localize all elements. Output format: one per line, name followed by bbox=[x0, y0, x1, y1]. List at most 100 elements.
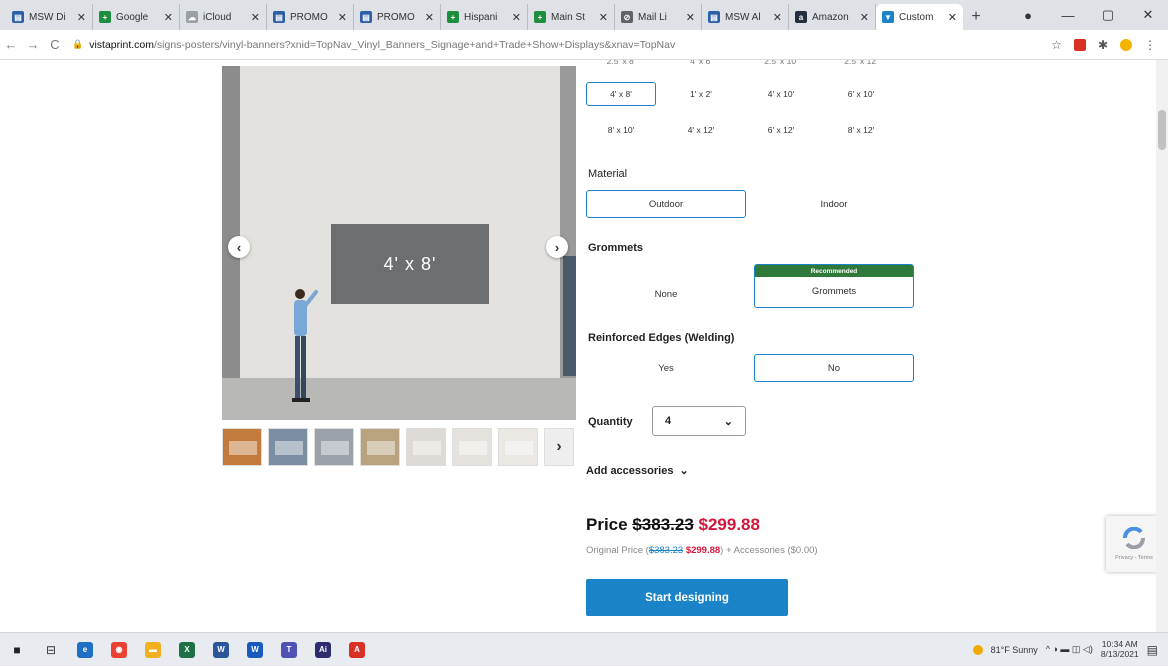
size-option[interactable]: 2.5' x 8' bbox=[586, 60, 656, 70]
taskbar-app-button[interactable]: A bbox=[340, 633, 374, 667]
size-option[interactable]: 4' x 8' bbox=[586, 82, 656, 106]
taskbar-app-button[interactable]: T bbox=[272, 633, 306, 667]
material-outdoor-option[interactable]: Outdoor bbox=[586, 190, 746, 218]
close-tab-icon[interactable]: ✕ bbox=[948, 11, 957, 24]
weather-text[interactable]: 81°F Sunny bbox=[991, 645, 1038, 655]
close-tab-icon[interactable]: ✕ bbox=[77, 11, 86, 24]
taskbar-app-icon: e bbox=[77, 641, 93, 658]
task-view-icon: ⊟ bbox=[45, 642, 57, 657]
size-option[interactable]: 2.5' x 10' bbox=[746, 60, 816, 70]
welding-label: Reinforced Edges (Welding) bbox=[588, 332, 735, 344]
orig-suffix: ) + Accessories ($0.00) bbox=[720, 545, 818, 556]
size-option[interactable]: 1' x 2' bbox=[666, 82, 736, 106]
browser-tab[interactable]: ▤ PROMO ✕ bbox=[267, 4, 354, 30]
quantity-select[interactable]: 4 ⌄ bbox=[652, 406, 746, 436]
tray-icons[interactable]: ^ ◑ ▬ ◫ ◁) bbox=[1046, 644, 1093, 655]
add-accessories-toggle[interactable]: Add accessories ⌄ bbox=[586, 464, 689, 478]
close-tab-icon[interactable]: ✕ bbox=[251, 11, 260, 24]
grommets-grommets-option[interactable]: Recommended Grommets bbox=[754, 264, 914, 308]
welding-yes-option[interactable]: Yes bbox=[586, 354, 746, 382]
chevron-down-icon: ⌄ bbox=[723, 415, 733, 428]
minimize-button[interactable]: — bbox=[1048, 8, 1088, 23]
start-designing-button[interactable]: Start designing bbox=[586, 579, 788, 616]
grommets-none-option[interactable]: None bbox=[586, 280, 746, 308]
close-tab-icon[interactable]: ✕ bbox=[425, 11, 434, 24]
scrollbar-thumb[interactable] bbox=[1158, 110, 1166, 150]
task-view-button[interactable]: ⊟ bbox=[34, 633, 68, 667]
browser-menu-icon[interactable]: ⋮ bbox=[1144, 38, 1156, 52]
welding-no-option[interactable]: No bbox=[754, 354, 914, 382]
notifications-icon[interactable]: ▤ bbox=[1147, 643, 1158, 657]
forward-button[interactable]: → bbox=[22, 37, 44, 52]
close-tab-icon[interactable]: ✕ bbox=[338, 11, 347, 24]
taskbar-app-button[interactable]: W bbox=[204, 633, 238, 667]
close-window-button[interactable]: ✕ bbox=[1128, 7, 1168, 23]
size-option[interactable]: 8' x 12' bbox=[826, 118, 896, 142]
profile-avatar-icon[interactable] bbox=[1120, 38, 1132, 51]
new-tab-button[interactable]: + bbox=[963, 4, 989, 30]
gallery-thumbnail[interactable] bbox=[498, 428, 538, 466]
maximize-button[interactable]: ▢ bbox=[1088, 7, 1128, 23]
gallery-thumbnail[interactable] bbox=[268, 428, 308, 466]
close-tab-icon[interactable]: ✕ bbox=[164, 11, 173, 24]
bookmark-star-icon[interactable]: ☆ bbox=[1051, 38, 1062, 52]
banner-size-text: 4' x 8' bbox=[383, 253, 437, 274]
close-tab-icon[interactable]: ✕ bbox=[599, 11, 608, 24]
size-option[interactable]: 6' x 12' bbox=[746, 118, 816, 142]
size-option[interactable]: 4' x 6' bbox=[666, 60, 736, 70]
browser-tab[interactable]: ▼ Custom ✕ bbox=[876, 4, 963, 30]
tab-favicon-icon: ⊘ bbox=[621, 11, 633, 23]
tab-favicon-icon: ▤ bbox=[360, 11, 372, 23]
browser-tab[interactable]: + Hispani ✕ bbox=[441, 4, 528, 30]
extension-red-icon[interactable] bbox=[1073, 38, 1086, 51]
browser-tab[interactable]: ☁ iCloud ✕ bbox=[180, 4, 267, 30]
material-indoor-option[interactable]: Indoor bbox=[754, 190, 914, 218]
close-tab-icon[interactable]: ✕ bbox=[686, 11, 695, 24]
size-option[interactable]: 4' x 10' bbox=[746, 82, 816, 106]
taskbar-app-button[interactable]: e bbox=[68, 633, 102, 667]
browser-tab[interactable]: ▤ MSW Al ✕ bbox=[702, 4, 789, 30]
recaptcha-icon bbox=[1123, 527, 1145, 549]
close-tab-icon[interactable]: ✕ bbox=[860, 11, 869, 24]
tab-title: PROMO bbox=[377, 11, 415, 23]
size-option[interactable]: 4' x 12' bbox=[666, 118, 736, 142]
browser-tab[interactable]: ⊘ Mail Li ✕ bbox=[615, 4, 702, 30]
gallery-window bbox=[563, 256, 576, 376]
address-bar-icons: ☆ ✱ ⋮ bbox=[1051, 38, 1168, 52]
gallery-prev-button[interactable]: ‹ bbox=[228, 236, 250, 258]
browser-tab[interactable]: ▤ MSW Di ✕ bbox=[6, 4, 93, 30]
account-icon[interactable]: ● bbox=[1008, 8, 1048, 23]
gallery-thumbnail[interactable] bbox=[314, 428, 354, 466]
taskbar-app-icon: A bbox=[349, 641, 365, 658]
taskbar-app-button[interactable]: ◉ bbox=[102, 633, 136, 667]
taskbar-app-button[interactable]: Ai bbox=[306, 633, 340, 667]
back-button[interactable]: ← bbox=[0, 37, 22, 52]
close-tab-icon[interactable]: ✕ bbox=[773, 11, 782, 24]
browser-tab[interactable]: + Google ✕ bbox=[93, 4, 180, 30]
browser-tab[interactable]: a Amazon ✕ bbox=[789, 4, 876, 30]
size-option[interactable]: 6' x 10' bbox=[826, 82, 896, 106]
clock[interactable]: 10:34 AM 8/13/2021 bbox=[1101, 639, 1139, 660]
gallery-thumbnail[interactable] bbox=[222, 428, 262, 466]
taskbar-app-button[interactable]: ▬ bbox=[136, 633, 170, 667]
reload-button[interactable]: C bbox=[44, 37, 66, 52]
browser-tab[interactable]: ▤ PROMO ✕ bbox=[354, 4, 441, 30]
thumbnails-next-button[interactable]: › bbox=[544, 428, 574, 466]
extensions-puzzle-icon[interactable]: ✱ bbox=[1098, 38, 1108, 52]
recaptcha-badge[interactable]: Privacy - Terms bbox=[1106, 516, 1162, 572]
start-button[interactable]: ■ bbox=[0, 633, 34, 667]
size-option[interactable]: 2.5' x 12' bbox=[826, 60, 896, 70]
gallery-thumbnail[interactable] bbox=[406, 428, 446, 466]
size-option[interactable]: 8' x 10' bbox=[586, 118, 656, 142]
url-field[interactable]: 🔒 vistaprint.com /signs-posters/vinyl-ba… bbox=[72, 39, 1051, 51]
browser-tab[interactable]: + Main St ✕ bbox=[528, 4, 615, 30]
taskbar-app-button[interactable]: W bbox=[238, 633, 272, 667]
page-scrollbar[interactable] bbox=[1156, 60, 1168, 632]
gallery-thumbnail[interactable] bbox=[360, 428, 400, 466]
close-tab-icon[interactable]: ✕ bbox=[512, 11, 521, 24]
gallery-next-button[interactable]: › bbox=[546, 236, 568, 258]
taskbar-app-button[interactable]: X bbox=[170, 633, 204, 667]
recaptcha-terms[interactable]: Privacy - Terms bbox=[1115, 555, 1153, 561]
gallery-thumbnail[interactable] bbox=[452, 428, 492, 466]
windows-start-icon: ■ bbox=[13, 642, 21, 657]
